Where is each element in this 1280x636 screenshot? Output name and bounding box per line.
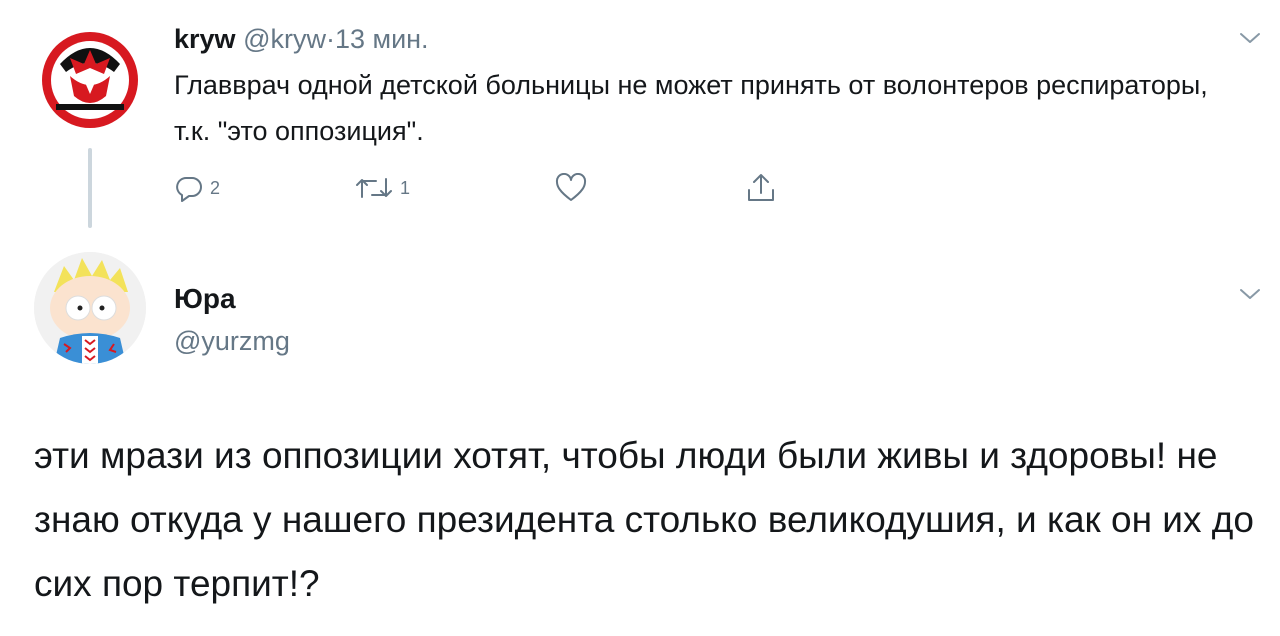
- avatar-yura[interactable]: [34, 252, 146, 364]
- retweet-icon: [356, 178, 392, 198]
- speech-bubble-icon: [176, 177, 202, 202]
- thread-line: [88, 148, 92, 228]
- retweet-button[interactable]: 1: [354, 168, 410, 208]
- chevron-down-icon[interactable]: [1238, 286, 1262, 302]
- reply-button[interactable]: 2: [174, 168, 220, 208]
- display-name[interactable]: kryw: [174, 24, 236, 54]
- cartoon-avatar-icon: [34, 252, 146, 364]
- avatar-kryw[interactable]: [34, 24, 146, 136]
- share-button[interactable]: [744, 168, 778, 208]
- emblem-icon: [34, 24, 146, 136]
- tweet-header: kryw @kryw·13 мин.: [174, 22, 429, 56]
- like-button[interactable]: [554, 168, 588, 208]
- handle[interactable]: @kryw: [243, 24, 326, 54]
- chevron-down-icon[interactable]: [1238, 30, 1262, 46]
- tweet-text: Главврач одной детской больницы не может…: [174, 70, 1208, 146]
- timestamp[interactable]: 13 мин.: [335, 24, 429, 54]
- heart-icon: [555, 173, 587, 201]
- separator: ·: [325, 24, 335, 54]
- display-name[interactable]: Юра: [174, 282, 236, 316]
- share-icon: [748, 174, 774, 201]
- tweet-text: эти мрази из оппозиции хотят, чтобы люди…: [34, 435, 1254, 604]
- handle[interactable]: @yurzmg: [174, 324, 290, 358]
- retweet-count: 1: [400, 177, 411, 198]
- reply-count: 2: [210, 177, 221, 198]
